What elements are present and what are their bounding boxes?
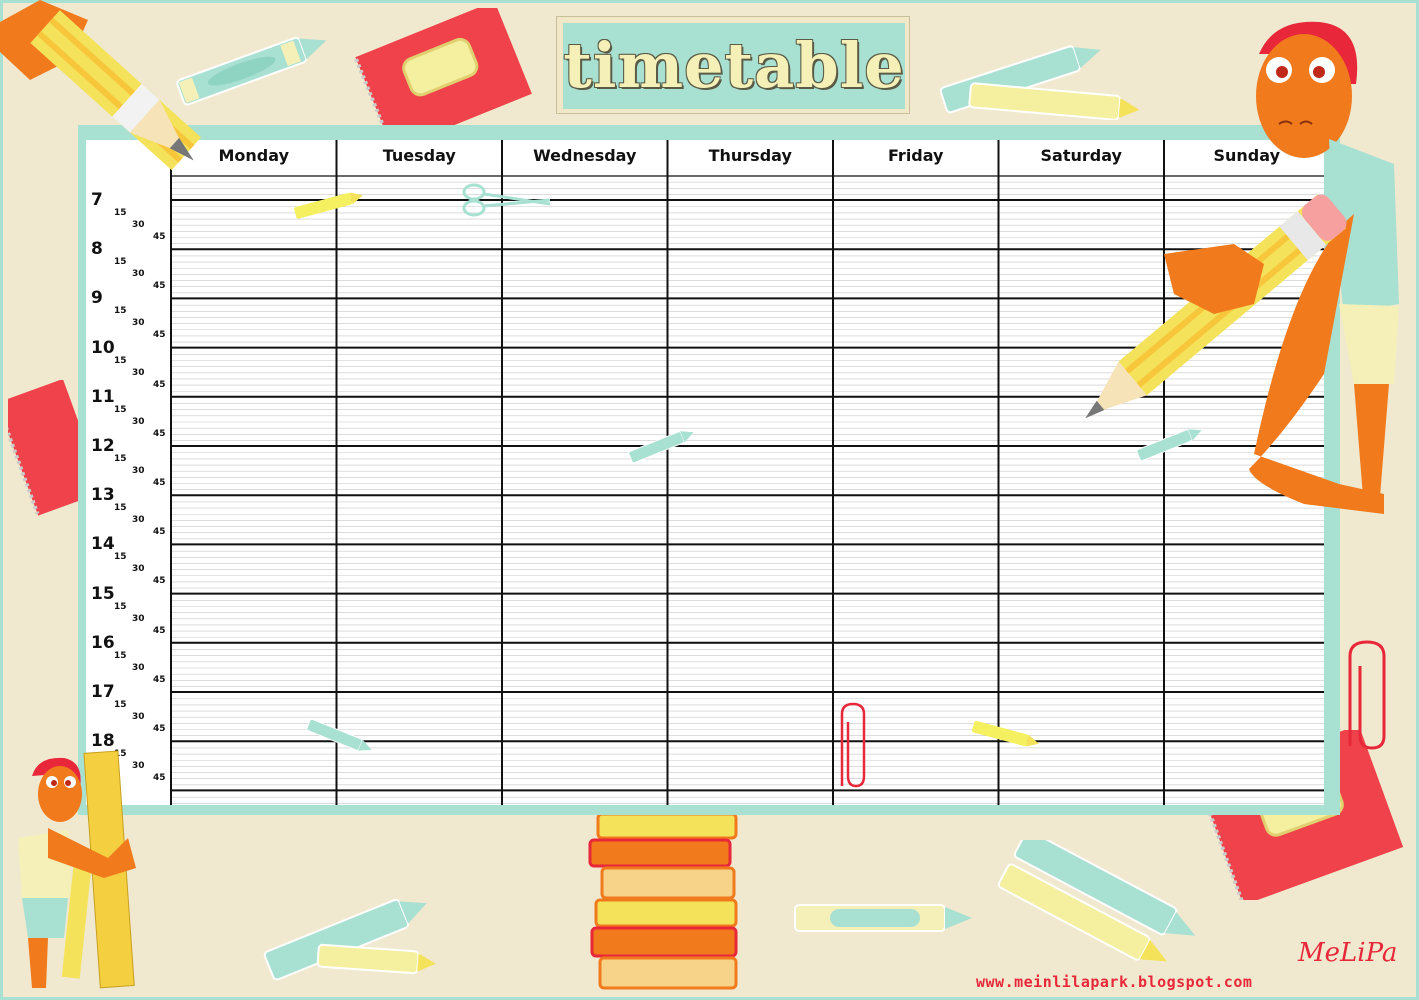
quarter-label: 15 [114,306,127,317]
page: timetable 7 15 30 45 8 15 30 45 9 15 30 45 10 15 30 45 1… [0,0,1419,1000]
quarter-label: 45 [153,576,166,587]
quarter-label: 30 [132,712,145,722]
day-header-thursday: Thursday [708,146,792,165]
notebook-icon [8,380,78,516]
quarter-label: 45 [153,478,166,488]
quarter-label: 15 [114,404,127,415]
quarter-label: 30 [132,416,145,427]
quarter-label: 15 [114,650,127,661]
quarter-label: 45 [153,281,166,292]
quarter-label: 45 [153,724,166,734]
crayon-icon [794,904,972,932]
quarter-label: 30 [132,613,145,624]
hour-label: 12 [91,436,115,456]
quarter-label: 30 [132,564,145,575]
quarter-label: 15 [114,503,127,514]
paperclip-icon [1348,640,1386,750]
hour-label: 14 [91,534,115,555]
day-header-wednesday: Wednesday [533,146,637,165]
title-plate: timetable [556,16,910,114]
page-title: timetable [563,29,905,102]
quarter-label: 30 [132,466,145,476]
crayon-icon [263,898,436,980]
paperclip-icon [840,702,866,788]
pencil-icon [0,0,202,171]
quarter-label: 15 [114,601,127,612]
day-header-tuesday: Tuesday [382,146,456,165]
quarter-label: 15 [114,355,127,366]
character-icon [1085,21,1399,514]
crayon-icon [997,840,1196,962]
quarter-label: 45 [153,674,166,685]
website-url[interactable]: www.meinlilapark.blogspot.com [976,973,1252,991]
books-icon [588,812,738,990]
quarter-label: 30 [132,318,145,329]
hour-label: 10 [91,337,115,358]
quarter-label: 45 [153,330,166,341]
day-header-friday: Friday [888,146,944,165]
signature: MeLiPa [1298,938,1398,968]
quarter-label: 15 [114,257,127,268]
hour-label: 9 [91,288,103,309]
quarter-label: 45 [153,527,166,538]
quarter-label: 45 [153,625,166,636]
quarter-label: 45 [153,379,166,390]
quarter-label: 30 [132,515,145,526]
quarter-label: 30 [132,662,145,673]
quarter-label: 15 [114,454,127,464]
hour-label: 11 [91,386,115,407]
crayon-icon [972,720,1039,747]
hour-label: 13 [91,485,115,506]
quarter-label: 15 [114,552,127,563]
crayon-icon [294,192,363,219]
quarter-label: 45 [153,428,166,439]
quarter-label: 30 [132,269,145,280]
quarter-label: 30 [132,367,145,378]
hour-label: 15 [91,583,115,604]
notebook-icon [354,8,532,130]
crayon-icon [628,431,694,464]
crayon-icon [306,718,372,751]
character-icon [18,750,136,989]
hour-label: 16 [91,632,115,653]
quarter-label: 15 [114,700,127,710]
hour-label: 17 [91,682,115,702]
scissors-icon [462,183,551,217]
